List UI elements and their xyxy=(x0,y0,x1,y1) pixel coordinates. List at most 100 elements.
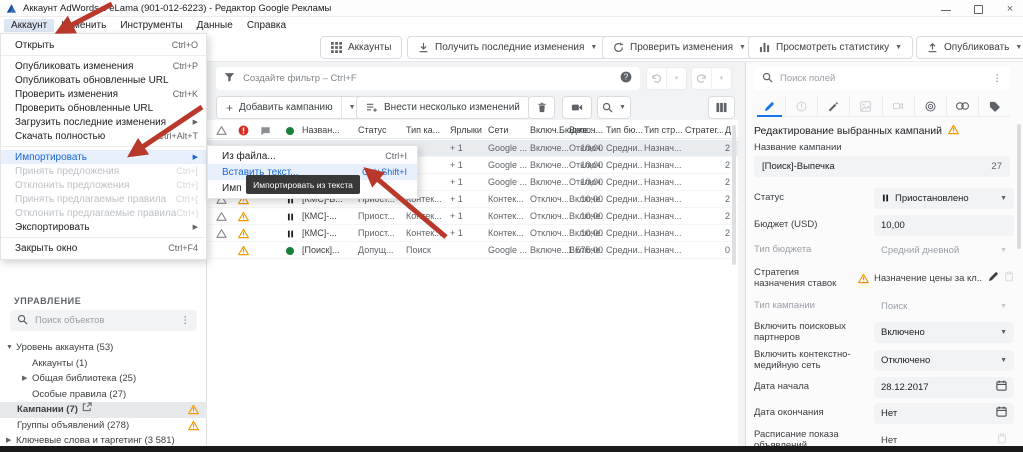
chevron-down-icon[interactable]: ▼ xyxy=(619,104,626,111)
external-link-icon[interactable] xyxy=(82,404,92,415)
column-header-budget[interactable]: Бюдже... xyxy=(559,122,603,139)
menu-item[interactable]: Скачать полностьюCtrl+Alt+T xyxy=(1,129,206,143)
menu-item-label: Импортировать xyxy=(15,152,189,163)
object-search-input[interactable]: Поиск объектов ⋮ xyxy=(10,310,197,331)
menu-item-label: Принять предлагаемые правила xyxy=(15,194,176,205)
table-row[interactable]: [КМС]-...Приост...Контек...+ 1Контек...О… xyxy=(207,225,738,242)
calendar-icon[interactable] xyxy=(996,380,1007,394)
tab-wand[interactable] xyxy=(817,96,849,116)
bulk-edit-button[interactable]: Внести несколько изменений xyxy=(356,96,530,119)
panel-scrollbar[interactable] xyxy=(1017,124,1021,249)
campaign-name-input[interactable]: [Поиск]-Выпечка27 xyxy=(754,156,1010,177)
columns-button[interactable] xyxy=(708,96,735,119)
column-header-stype[interactable]: Тип стр... xyxy=(644,122,684,139)
filter-bar[interactable]: Создайте фильтр – Ctrl+F ? xyxy=(216,67,640,90)
more-options-icon[interactable]: ⋮ xyxy=(181,315,191,326)
field-control[interactable]: Нет xyxy=(874,403,1014,424)
table-scrollbar[interactable] xyxy=(732,125,736,265)
sidebar-item[interactable]: Группы объявлений (278) xyxy=(0,418,207,434)
tab-alert[interactable] xyxy=(785,96,817,116)
videocam-button[interactable] xyxy=(562,96,592,119)
menu-item[interactable]: Экспортировать▶ xyxy=(1,220,206,234)
chevron-down-icon[interactable]: ▼ xyxy=(1000,329,1007,336)
menu-item[interactable]: Закрыть окноCtrl+F4 xyxy=(1,241,206,255)
field-search-input[interactable]: Поиск полей ⋮ xyxy=(754,67,1010,90)
tab-video[interactable] xyxy=(882,96,914,116)
trash-button[interactable] xyxy=(528,96,555,119)
toolbar-button-download[interactable]: Получить последние изменения▼ xyxy=(407,36,608,59)
tab-link[interactable] xyxy=(946,96,978,116)
toolbar-button-refresh[interactable]: Проверить изменения▼ xyxy=(602,36,757,59)
field-control[interactable]: Отключено▼ xyxy=(874,350,1014,371)
cell-labels: + 1 xyxy=(450,140,486,157)
menubar-item-инструменты[interactable]: Инструменты xyxy=(113,19,189,32)
chevron-down-icon[interactable]: ▼ xyxy=(6,340,13,356)
tab-image[interactable] xyxy=(849,96,881,116)
sidebar-item[interactable]: Аккаунты (1) xyxy=(0,356,207,372)
calendar-icon[interactable] xyxy=(996,406,1007,420)
help-icon[interactable]: ? xyxy=(620,71,632,86)
menubar-item-данные[interactable]: Данные xyxy=(190,19,240,32)
chevron-right-icon[interactable]: ▶ xyxy=(22,371,27,387)
close-icon[interactable]: × xyxy=(1005,4,1015,14)
menu-item[interactable]: Опубликовать обновленные URL xyxy=(1,73,206,87)
add-campaign-button[interactable]: +Добавить кампанию▼ xyxy=(216,96,366,119)
pencil-icon[interactable] xyxy=(988,269,999,287)
chevron-down-icon[interactable]: ▼ xyxy=(895,44,902,51)
warning-icon xyxy=(238,245,249,256)
sidebar-item[interactable]: ▶Общая библиотека (25) xyxy=(0,371,207,387)
menubar-item-аккаунт[interactable]: Аккаунт xyxy=(4,19,54,32)
magnifier-button[interactable]: ▼ xyxy=(597,96,631,119)
column-header-labels[interactable]: Ярлыки xyxy=(450,122,486,139)
menu-item[interactable]: ОткрытьCtrl+O xyxy=(1,38,206,52)
pencil-icon xyxy=(764,101,775,112)
field-control[interactable]: 28.12.2017 xyxy=(874,377,1014,398)
column-header-type[interactable]: Тип ка... xyxy=(406,122,446,139)
cell-status: Допущ... xyxy=(358,242,404,259)
undo-button[interactable]: ▼ xyxy=(646,67,687,90)
column-header-status[interactable]: Статус xyxy=(358,122,404,139)
search-icon xyxy=(762,72,773,86)
toolbar-button-upload[interactable]: Опубликовать▼ xyxy=(916,36,1023,59)
field-control[interactable]: Приостановлено▼ xyxy=(874,188,1014,209)
header-greendot-icon[interactable] xyxy=(278,122,302,139)
sidebar-item[interactable]: Кампании (7) xyxy=(0,402,207,418)
field-control[interactable]: Включено▼ xyxy=(874,322,1014,343)
maximize-icon[interactable] xyxy=(973,4,983,14)
table-row[interactable]: [КМС]-...Приост...Контек...+ 1Контек...О… xyxy=(207,208,738,225)
header-errorc-icon[interactable] xyxy=(234,122,252,139)
tab-target[interactable] xyxy=(914,96,946,116)
column-header-name[interactable]: Назван... xyxy=(302,122,358,139)
toolbar-button-stats[interactable]: Просмотреть статистику▼ xyxy=(748,36,913,59)
column-header-strat[interactable]: Стратег... xyxy=(685,122,723,139)
menu-item[interactable]: Импортировать▶ xyxy=(1,150,206,164)
chevron-down-icon[interactable]: ▼ xyxy=(341,97,356,118)
toolbar-button-grid[interactable]: Аккаунты xyxy=(320,36,402,59)
menubar-item-изменить[interactable]: Изменить xyxy=(54,19,113,32)
submenu-item[interactable]: Из файла...Ctrl+I xyxy=(208,148,417,164)
sidebar-item[interactable]: ▼Уровень аккаунта (53) xyxy=(0,340,207,356)
table-row[interactable]: [Поиск]...Допущ...ПоискGoogle ...Включе.… xyxy=(207,242,738,259)
tab-pencil[interactable] xyxy=(754,96,785,116)
tab-tag[interactable] xyxy=(978,96,1010,116)
more-options-icon[interactable]: ⋮ xyxy=(993,73,1003,84)
header-triangle-icon[interactable] xyxy=(212,122,230,139)
header-comment-icon[interactable] xyxy=(256,122,274,139)
chevron-down-icon[interactable]: ▼ xyxy=(1000,195,1007,202)
menu-item[interactable]: Опубликовать измененияCtrl+P xyxy=(1,59,206,73)
field-control[interactable]: 10,00 xyxy=(874,215,1014,236)
menubar-item-справка[interactable]: Справка xyxy=(240,19,293,32)
chevron-down-icon[interactable]: ▼ xyxy=(1015,44,1022,51)
bottom-bar xyxy=(0,446,1023,452)
column-header-networks[interactable]: Сети xyxy=(488,122,528,139)
column-header-btype[interactable]: Тип бю... xyxy=(606,122,643,139)
chevron-down-icon[interactable]: ▼ xyxy=(1000,357,1007,364)
chevron-down-icon[interactable]: ▼ xyxy=(739,44,746,51)
chevron-down-icon[interactable]: ▼ xyxy=(590,44,597,51)
menu-item[interactable]: Проверить измененияCtrl+K xyxy=(1,87,206,101)
redo-button[interactable]: ▼ xyxy=(691,67,732,90)
menu-item[interactable]: Загрузить последние изменения▶ xyxy=(1,115,206,129)
menu-item[interactable]: Проверить обновленные URL xyxy=(1,101,206,115)
minimize-icon[interactable] xyxy=(941,4,951,14)
sidebar-item[interactable]: Особые правила (27) xyxy=(0,387,207,403)
